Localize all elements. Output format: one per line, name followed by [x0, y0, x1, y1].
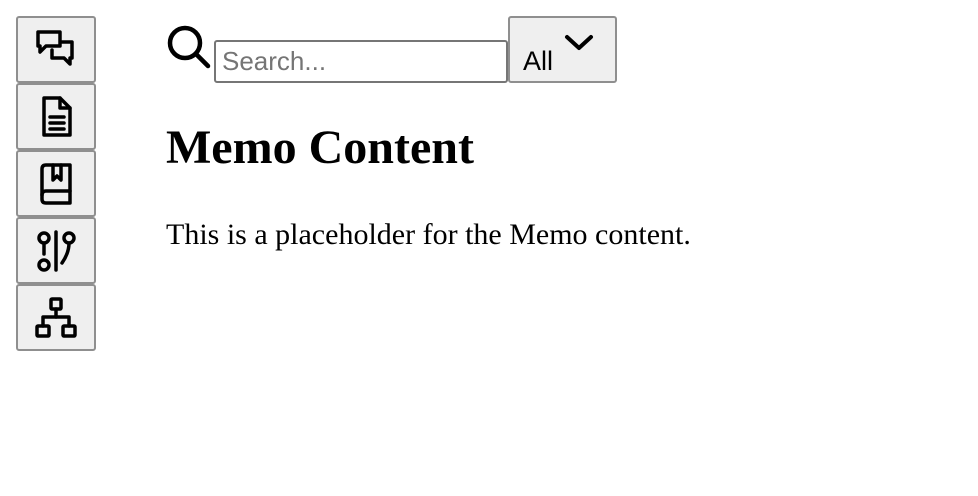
page-title: Memo Content: [166, 121, 474, 174]
memo-content-text: This is a placeholder for the Memo conte…: [166, 218, 691, 251]
bookmark-book-icon: [40, 162, 72, 205]
filter-dropdown[interactable]: All: [508, 16, 617, 83]
sidebar: [16, 16, 96, 351]
search-input[interactable]: [214, 40, 508, 83]
document-icon: [42, 95, 72, 137]
git-compare-icon: [37, 229, 76, 272]
sidebar-item-chat[interactable]: [16, 16, 96, 83]
sidebar-item-book[interactable]: [16, 150, 96, 217]
chat-bubbles-icon: [36, 29, 74, 66]
hierarchy-icon: [35, 296, 77, 338]
chevron-down-icon: [563, 33, 595, 53]
filter-selected-label: All: [523, 46, 554, 76]
sidebar-item-document[interactable]: [16, 83, 96, 150]
sidebar-item-hierarchy[interactable]: [16, 284, 96, 351]
search-icon: [166, 24, 212, 70]
sidebar-item-compare[interactable]: [16, 217, 96, 284]
